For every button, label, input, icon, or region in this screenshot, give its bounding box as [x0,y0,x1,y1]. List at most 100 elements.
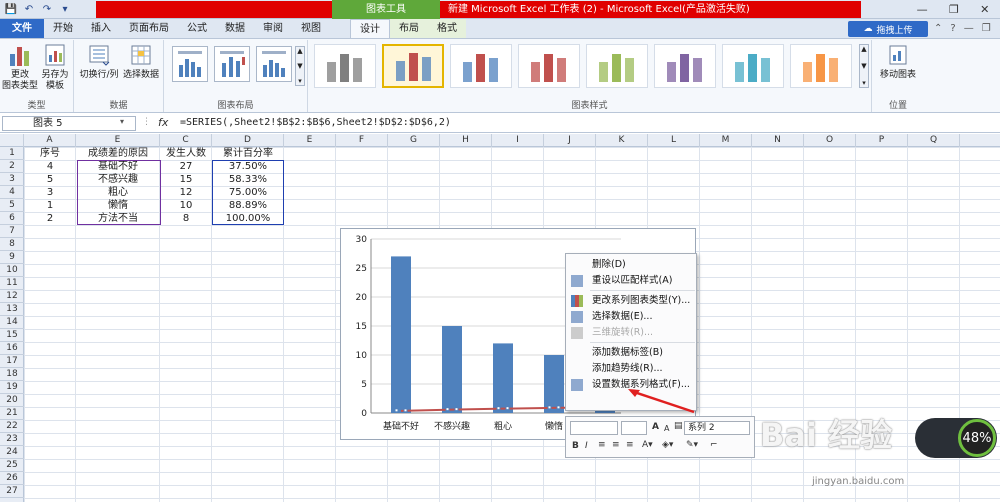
row-header[interactable]: 15 [0,329,24,342]
chart-styles-scroll[interactable]: ▲ ▼ ▾ [859,44,869,88]
column-header[interactable]: E [284,134,336,147]
tab-0[interactable]: 文件 [0,19,44,38]
bar-4[interactable] [544,355,564,413]
table-cell[interactable]: 12 [160,186,212,199]
context-menu-item[interactable]: 删除(D) [566,257,696,273]
chart-style-7[interactable] [722,44,784,88]
column-header[interactable]: F [336,134,388,147]
column-header[interactable]: A [24,134,76,147]
row-header[interactable]: 6 [0,212,24,225]
tab-10[interactable]: 格式 [428,19,466,38]
column-header[interactable]: J [544,134,596,147]
selection-handle[interactable] [547,405,552,410]
row-header[interactable]: 16 [0,342,24,355]
header-cell[interactable]: 成绩差的原因 [76,147,160,160]
restore-workbook-icon[interactable]: ❐ [982,23,991,34]
font-color-icon[interactable]: A▾ [642,440,653,450]
move-chart-button[interactable]: 移动图表 [876,42,920,81]
context-menu-item[interactable]: 重设以匹配样式(A) [566,273,696,289]
font-name-box[interactable] [570,421,618,435]
font-size-box[interactable] [621,421,647,435]
help-icon[interactable]: ? [950,23,955,34]
row-header[interactable]: 19 [0,381,24,394]
upload-button[interactable]: ☁ 拖拽上传 [848,21,928,37]
column-header[interactable]: P [856,134,908,147]
selection-handle[interactable] [505,406,510,411]
row-header[interactable]: 13 [0,303,24,316]
table-cell[interactable]: 8 [160,212,212,225]
table-cell[interactable]: 3 [24,186,76,199]
row-header[interactable]: 11 [0,277,24,290]
save-as-template-button[interactable]: 另存为 模板 [38,42,72,92]
table-cell[interactable]: 2 [24,212,76,225]
column-header[interactable]: N [752,134,804,147]
row-header[interactable]: 23 [0,433,24,446]
row-header[interactable]: 24 [0,446,24,459]
header-cell[interactable]: 序号 [24,147,76,160]
row-header[interactable]: 25 [0,459,24,472]
chart-style-1[interactable] [314,44,376,88]
switch-row-column-button[interactable]: 切换行/列 [78,42,120,81]
align-left-icon[interactable]: ≡ [598,440,606,450]
name-box[interactable]: 图表 5 [2,116,136,131]
tab-6[interactable]: 审阅 [254,19,292,38]
chart-style-2[interactable] [382,44,444,88]
collapse-ribbon-icon[interactable]: ⌃ [934,23,942,34]
shrink-font-button[interactable]: A [664,424,669,433]
column-header[interactable]: D [212,134,284,147]
column-header[interactable]: M [700,134,752,147]
chart-layout-2[interactable] [214,46,250,82]
change-chart-type-button[interactable]: 更改 图表类型 [2,42,38,92]
tab-2[interactable]: 插入 [82,19,120,38]
table-cell[interactable]: 4 [24,160,76,173]
column-header[interactable]: K [596,134,648,147]
minimize-workbook-icon[interactable]: — [964,23,974,34]
select-data-button[interactable]: 选择数据 [120,42,162,81]
row-header[interactable]: 12 [0,290,24,303]
row-header[interactable]: 7 [0,225,24,238]
format-painter-icon[interactable]: ⌐ [710,440,718,450]
tab-4[interactable]: 公式 [178,19,216,38]
tab-8[interactable]: 设计 [350,19,390,38]
tab-5[interactable]: 数据 [216,19,254,38]
selection-handle[interactable] [394,408,399,413]
tab-9[interactable]: 布局 [390,19,428,38]
chart-element-select[interactable]: 系列 2 [684,421,750,435]
bar-1[interactable] [391,256,411,413]
column-header[interactable]: I [492,134,544,147]
tab-7[interactable]: 视图 [292,19,330,38]
minimize-icon[interactable]: — [917,3,928,16]
grow-font-button[interactable]: A [652,422,659,432]
chart-layout-scroll[interactable]: ▲ ▼ ▾ [295,46,305,86]
align-center-icon[interactable]: ≡ [612,440,620,450]
restore-icon[interactable]: ❐ [949,3,959,16]
table-cell[interactable]: 1 [24,199,76,212]
chart-style-4[interactable] [518,44,580,88]
chart-layout-3[interactable] [256,46,292,82]
selection-handle[interactable] [454,407,459,412]
tab-3[interactable]: 页面布局 [120,19,178,38]
chart-style-6[interactable] [654,44,716,88]
row-header[interactable]: 8 [0,238,24,251]
context-menu-item[interactable]: 更改系列图表类型(Y)... [566,293,696,309]
selection-handle[interactable] [556,405,561,410]
bar-3[interactable] [493,343,513,413]
formula-input[interactable]: =SERIES(,Sheet2!$B$2:$B$6,Sheet2!$D$2:$D… [180,117,451,128]
row-header[interactable]: 3 [0,173,24,186]
line-color-icon[interactable]: ✎▾ [686,440,698,450]
selection-handle[interactable] [496,406,501,411]
row-header[interactable]: 17 [0,355,24,368]
bold-button[interactable]: B [572,441,579,451]
insert-function-icon[interactable]: fx [158,116,168,129]
column-header[interactable]: Q [908,134,960,147]
chart-elements-icon[interactable]: ▤ [674,421,683,431]
row-header[interactable]: 14 [0,316,24,329]
context-menu-item[interactable]: 添加趋势线(R)... [566,361,696,377]
selection-handle[interactable] [403,408,408,413]
save-icon[interactable]: 💾 [4,3,18,17]
column-header[interactable]: L [648,134,700,147]
row-header[interactable]: 27 [0,485,24,498]
row-header[interactable]: 21 [0,407,24,420]
customize-qat-icon[interactable]: ▾ [58,3,72,17]
tab-1[interactable]: 开始 [44,19,82,38]
